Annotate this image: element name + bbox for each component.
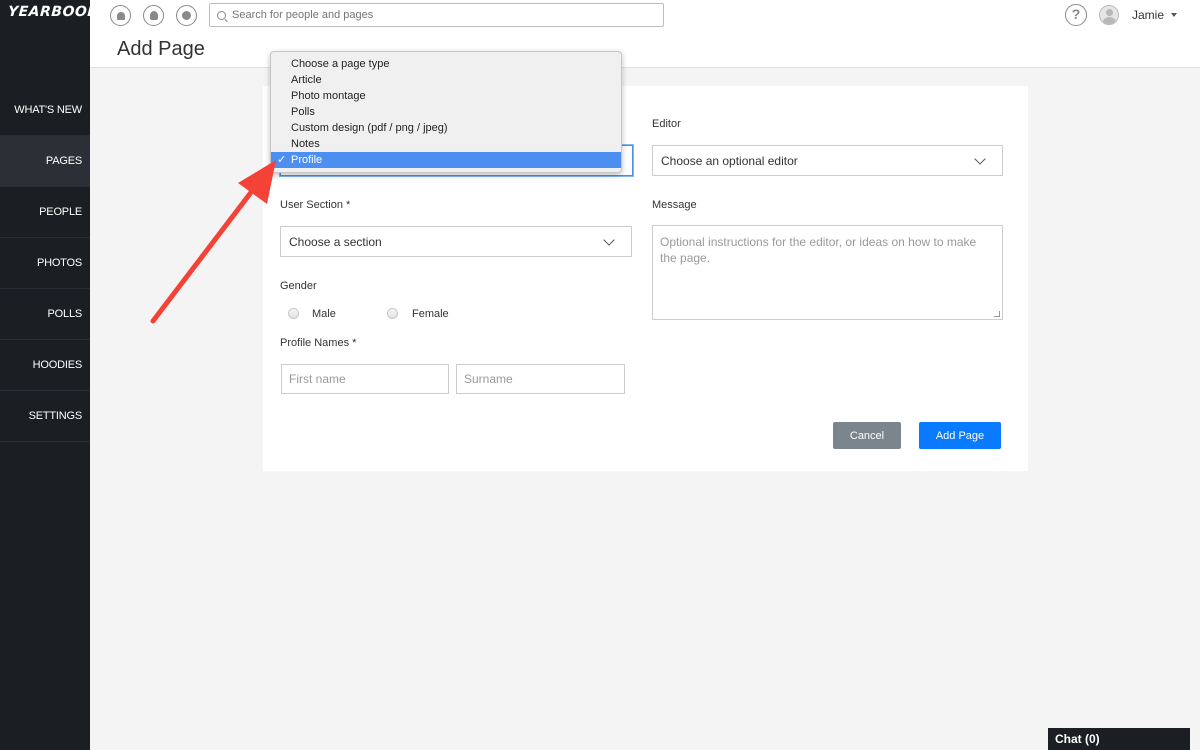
editor-label: Editor [652,118,681,130]
add-page-button[interactable]: Add Page [919,422,1001,449]
sidebar-item-label: HOODIES [32,359,83,371]
page-type-option[interactable]: Notes [271,136,621,152]
notifications-icon[interactable] [110,5,131,26]
sidebar-item-photos[interactable]: PHOTOS [0,238,90,289]
page-title: Add Page [117,38,205,60]
search-icon [217,10,226,20]
page-type-option[interactable]: Article [271,72,621,88]
checkmark-icon: ✓ [277,154,287,166]
page-type-option-label: Profile [291,154,323,166]
profile-icon[interactable] [143,5,164,26]
sidebar: YEARBOOK WHAT'S NEW PAGES PEOPLE PHOTOS … [0,0,99,750]
sidebar-item-pages[interactable]: PAGES [0,136,90,187]
cancel-button[interactable]: Cancel [833,422,901,449]
page-type-option[interactable]: Choose a page type [271,56,621,72]
message-placeholder: Optional instructions for the editor, or… [660,235,977,265]
chevron-down-icon [974,153,986,165]
topbar: ? Jamie [90,0,1200,30]
user-name[interactable]: Jamie [1132,8,1164,22]
sidebar-nav: WHAT'S NEW PAGES PEOPLE PHOTOS POLLS HOO… [0,85,90,442]
page-type-dropdown: Choose a page type Article Photo montage… [270,51,622,173]
first-name-field[interactable] [281,364,449,394]
sidebar-item-label: POLLS [47,308,83,320]
chevron-down-icon [603,234,615,246]
surname-input[interactable] [457,365,624,393]
page-type-option[interactable]: Photo montage [271,88,621,104]
help-icon[interactable]: ? [1065,4,1087,26]
sidebar-item-label: PEOPLE [39,206,82,218]
resize-handle-icon[interactable] [994,311,1000,317]
sidebar-item-whats-new[interactable]: WHAT'S NEW [0,85,90,136]
user-section-select[interactable]: Choose a section [280,226,632,257]
editor-select[interactable]: Choose an optional editor [652,145,1003,176]
profile-names-label: Profile Names * [280,337,357,349]
surname-field[interactable] [456,364,625,394]
sidebar-item-hoodies[interactable]: HOODIES [0,340,90,391]
sidebar-item-settings[interactable]: SETTINGS [0,391,90,442]
messages-icon[interactable] [176,5,197,26]
sidebar-item-label: SETTINGS [28,410,83,422]
sidebar-item-label: PAGES [45,155,82,167]
message-textarea[interactable]: Optional instructions for the editor, or… [652,225,1003,320]
editor-select-value: Choose an optional editor [661,153,798,168]
sidebar-item-label: WHAT'S NEW [14,104,82,116]
gender-female-radio[interactable] [387,308,398,319]
gender-female-label[interactable]: Female [412,308,449,320]
chat-tab[interactable]: Chat (0) [1048,728,1190,750]
first-name-input[interactable] [282,365,448,393]
sidebar-item-people[interactable]: PEOPLE [0,187,90,238]
gender-label: Gender [280,280,317,292]
user-menu-caret-icon[interactable] [1171,13,1177,17]
search-input[interactable] [232,9,652,21]
message-label: Message [652,199,697,211]
page-type-option[interactable]: Polls [271,104,621,120]
user-section-label: User Section * [280,199,351,211]
gender-male-label[interactable]: Male [312,308,336,320]
app-logo[interactable]: YEARBOOK [7,4,99,20]
page-header: Add Page [90,30,1200,68]
avatar[interactable] [1099,5,1119,25]
search-bar[interactable] [209,3,664,27]
sidebar-item-polls[interactable]: POLLS [0,289,90,340]
user-section-select-value: Choose a section [289,234,382,249]
page-type-option[interactable]: Custom design (pdf / png / jpeg) [271,120,621,136]
page-type-option-selected[interactable]: ✓ Profile [271,152,621,168]
sidebar-item-label: PHOTOS [36,257,82,269]
gender-male-radio[interactable] [288,308,299,319]
